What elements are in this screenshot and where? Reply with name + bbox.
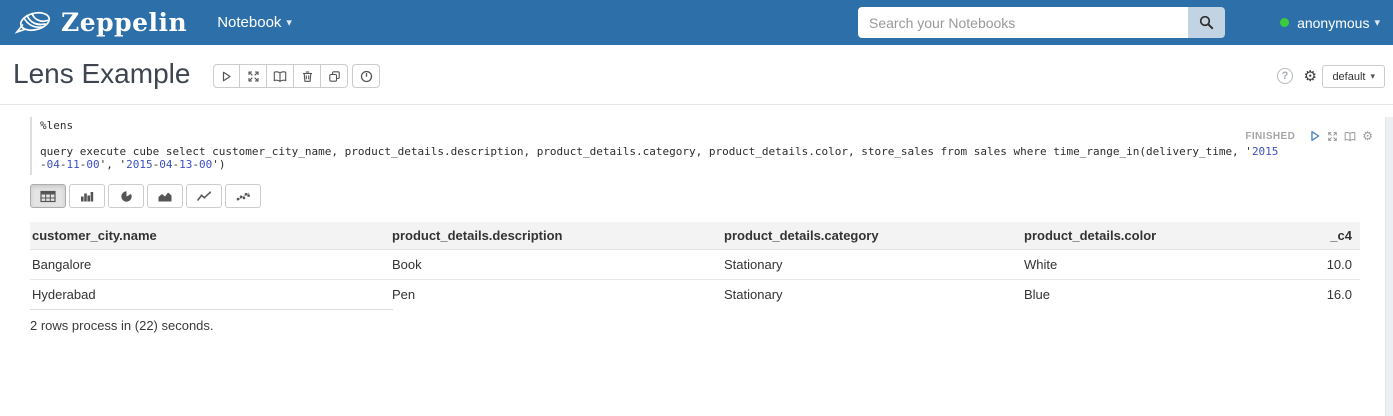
table-chart-icon — [40, 190, 56, 203]
run-all-paragraphs-button[interactable] — [213, 64, 240, 88]
play-icon — [1309, 130, 1321, 142]
column-header[interactable]: _c4 — [1274, 222, 1360, 250]
rows-processed-note: 2 rows process in (22) seconds. — [30, 318, 1393, 333]
trash-icon — [301, 70, 314, 83]
table-bottom-divider — [30, 309, 393, 310]
chevron-down-icon: ▾ — [286, 16, 292, 29]
run-paragraph-button[interactable] — [1309, 130, 1321, 142]
code-blank-line — [40, 132, 1393, 145]
export-note-button[interactable] — [267, 64, 294, 88]
result-table: customer_city.nameproduct_details.descri… — [30, 222, 1360, 309]
book-icon — [1344, 131, 1356, 142]
note-body: FINISHED ⚙ %lens query execute cube sele… — [0, 117, 1393, 416]
status-badge: FINISHED — [1245, 131, 1295, 142]
scatter-chart-icon — [235, 190, 251, 203]
table-cell: Bangalore — [30, 250, 390, 280]
clock-icon — [360, 70, 373, 83]
toggle-output-button[interactable] — [1344, 131, 1356, 142]
help-icon[interactable]: ? — [1277, 68, 1293, 84]
chevron-down-icon: ▾ — [1370, 71, 1375, 82]
table-cell: Stationary — [722, 280, 1022, 310]
pie-chart-icon — [119, 190, 134, 203]
paragraph-settings-gear-icon[interactable]: ⚙ — [1362, 129, 1373, 143]
column-header[interactable]: product_details.description — [390, 222, 722, 250]
book-icon — [273, 70, 287, 83]
bar-chart-icon — [79, 190, 95, 203]
table-cell: Pen — [390, 280, 722, 310]
table-cell: Stationary — [722, 250, 1022, 280]
scheduler-button[interactable] — [352, 64, 380, 88]
table-row: HyderabadPenStationaryBlue16.0 — [30, 280, 1360, 310]
expand-arrows-icon — [247, 70, 260, 83]
interpreter-directive: %lens — [40, 119, 1393, 132]
column-header[interactable]: product_details.category — [722, 222, 1022, 250]
toggle-editor-button[interactable] — [1327, 131, 1338, 142]
table-cell: Book — [390, 250, 722, 280]
expand-arrows-icon — [1327, 131, 1338, 142]
code-editor[interactable]: %lens query execute cube select customer… — [30, 117, 1393, 175]
zeppelin-logo-link[interactable]: Zeppelin — [14, 8, 187, 37]
table-row: BangaloreBookStationaryWhite10.0 — [30, 250, 1360, 280]
toggle-code-button[interactable] — [240, 64, 267, 88]
query-line-1: query execute cube select customer_city_… — [40, 145, 1393, 158]
search-icon — [1199, 15, 1214, 30]
area-chart-icon — [157, 190, 173, 203]
result-table-header-row: customer_city.nameproduct_details.descri… — [30, 222, 1360, 250]
note-toolbar — [213, 64, 348, 88]
visualization-switcher — [30, 184, 1393, 208]
top-navbar: Zeppelin Notebook ▾ anonymous ▾ — [0, 0, 1393, 45]
note-title[interactable]: Lens Example — [13, 58, 190, 90]
brand-title: Zeppelin — [61, 8, 187, 37]
line-chart-icon — [196, 190, 212, 203]
line-chart-button[interactable] — [186, 184, 222, 208]
search-input[interactable] — [858, 7, 1188, 38]
clone-icon — [328, 70, 341, 83]
chevron-down-icon: ▾ — [1374, 16, 1380, 29]
table-cell: 16.0 — [1274, 280, 1360, 310]
notebook-menu-label: Notebook — [217, 14, 281, 31]
note-titlebar: Lens Example ? ⚙ default ▾ — [0, 45, 1393, 105]
interpreter-binding-label: default — [1332, 71, 1365, 83]
scatter-chart-button[interactable] — [225, 184, 261, 208]
notebook-search — [858, 7, 1225, 38]
notebook-menu[interactable]: Notebook ▾ — [217, 14, 292, 31]
bar-chart-button[interactable] — [69, 184, 105, 208]
area-chart-button[interactable] — [147, 184, 183, 208]
zeppelin-airship-icon — [14, 9, 52, 37]
table-cell: Blue — [1022, 280, 1274, 310]
clone-note-button[interactable] — [321, 64, 348, 88]
table-cell: 10.0 — [1274, 250, 1360, 280]
online-status-dot — [1280, 18, 1289, 27]
note-settings-gear-icon[interactable]: ⚙ — [1304, 67, 1317, 85]
table-view-button[interactable] — [30, 184, 66, 208]
interpreter-binding-button[interactable]: default ▾ — [1322, 65, 1385, 88]
column-header[interactable]: customer_city.name — [30, 222, 390, 250]
search-button[interactable] — [1188, 7, 1225, 38]
paragraph-status-bar: FINISHED ⚙ — [1245, 129, 1373, 143]
result-table-body: BangaloreBookStationaryWhite10.0Hyderaba… — [30, 250, 1360, 310]
table-cell: Hyderabad — [30, 280, 390, 310]
vertical-scrollbar[interactable] — [1385, 117, 1393, 416]
play-icon — [220, 70, 233, 83]
query-line-2: -04-11-00', '2015-04-13-00') — [40, 158, 1393, 171]
username-label: anonymous — [1297, 15, 1369, 31]
delete-note-button[interactable] — [294, 64, 321, 88]
pie-chart-button[interactable] — [108, 184, 144, 208]
column-header[interactable]: product_details.color — [1022, 222, 1274, 250]
user-menu[interactable]: anonymous ▾ — [1280, 0, 1380, 45]
table-cell: White — [1022, 250, 1274, 280]
